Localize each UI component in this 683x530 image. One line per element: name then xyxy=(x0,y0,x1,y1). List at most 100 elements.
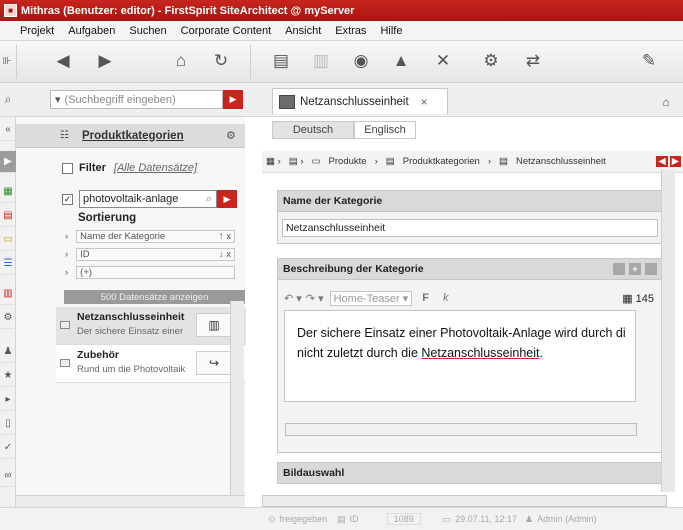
menu-corporate-content[interactable]: Corporate Content xyxy=(181,25,272,37)
list-item-subtitle: Der sichere Einsatz einer xyxy=(77,326,184,337)
collapse-icon[interactable]: « xyxy=(0,119,16,141)
italic-button[interactable]: k xyxy=(443,292,449,304)
back-arrow-icon[interactable]: ◀ xyxy=(50,49,76,73)
redo-icon[interactable]: ↷ ▾ xyxy=(306,292,324,305)
breadcrumb-item[interactable]: Netzanschlusseinheit xyxy=(516,156,606,167)
menu-projekt[interactable]: Projekt xyxy=(20,25,54,37)
style-select[interactable]: Home-Teaser ▾ xyxy=(329,290,413,306)
undo-icon[interactable]: ↶ ▾ xyxy=(284,292,302,305)
link-icon[interactable]: ∞ xyxy=(0,465,16,487)
results-scrollbar[interactable] xyxy=(230,301,244,499)
breadcrumb-root-icon[interactable]: ▦ › xyxy=(266,156,281,167)
list-item[interactable]: Zubehör Rund um die Photovoltaik ↪ xyxy=(56,345,246,383)
check-icon[interactable]: ✓ xyxy=(0,437,16,459)
sort-row[interactable]: › ID ↓ x xyxy=(65,247,235,261)
tab-englisch[interactable]: Englisch xyxy=(354,121,416,139)
char-count-icon: ▦ 145 xyxy=(622,292,654,305)
search-input[interactable]: ▾ (Suchbegriff eingeben) xyxy=(50,90,223,109)
sort-direction[interactable]: ↓ x xyxy=(219,249,231,260)
panel-toggle-icon[interactable]: ⊪ xyxy=(0,49,14,73)
description-text-part: . xyxy=(539,346,543,360)
bookmark-icon[interactable]: ★ xyxy=(0,365,16,387)
search-go-button[interactable]: ▶ xyxy=(223,90,243,109)
structure-icon[interactable]: ▤ › xyxy=(289,156,304,167)
all-records-link[interactable]: [Alle Datensätze] xyxy=(114,162,197,174)
play-icon[interactable]: ▸ xyxy=(0,389,16,411)
close-tab-icon[interactable]: × xyxy=(421,95,428,109)
description-editor[interactable]: Der sichere Einsatz einer Photovoltaik-A… xyxy=(284,310,636,402)
left-horizontal-scrollbar[interactable] xyxy=(16,495,245,507)
show-records-button[interactable]: 500 Datensätze anzeigen xyxy=(64,290,245,304)
sort-title: Sortierung xyxy=(78,212,137,224)
search-icon: ⌕ xyxy=(205,192,212,205)
copy-document-icon[interactable]: ▥ xyxy=(308,49,334,73)
home-icon[interactable]: ⌂ xyxy=(168,49,194,73)
list-item-title: Netzanschlusseinheit xyxy=(77,311,185,323)
expand-icon[interactable]: ▶ xyxy=(0,151,16,173)
users-icon[interactable]: ♟ xyxy=(0,341,16,363)
refresh-icon[interactable]: ↻ xyxy=(208,49,234,73)
record-icon xyxy=(60,359,70,367)
media-icon[interactable]: ▭ xyxy=(0,229,16,251)
settings-icon[interactable]: ⚙ xyxy=(226,129,236,142)
tab-deutsch[interactable]: Deutsch xyxy=(272,121,354,139)
maximize-section-icon[interactable] xyxy=(645,263,657,275)
filter-value-checkbox[interactable]: ✓ xyxy=(62,194,73,205)
edit-icon[interactable]: ✎ xyxy=(636,49,662,73)
sort-row[interactable]: › Name der Kategorie ↑ x xyxy=(65,229,235,243)
filter-input-value: photovoltaik-anlage xyxy=(83,193,179,205)
editor-horizontal-scrollbar[interactable] xyxy=(285,423,637,436)
forward-arrow-icon[interactable]: ▶ xyxy=(92,49,118,73)
table-icon: ▤ xyxy=(337,513,346,524)
breadcrumb-item[interactable]: Produkte xyxy=(329,156,367,167)
filter-go-button[interactable]: ▶ xyxy=(217,190,237,208)
compare-icon[interactable]: ⇄ xyxy=(520,49,546,73)
pages-icon[interactable]: ▦ xyxy=(0,181,16,203)
category-name-value: Netzanschlusseinheit xyxy=(286,222,386,234)
menu-hilfe[interactable]: Hilfe xyxy=(380,25,402,37)
menu-extras[interactable]: Extras xyxy=(335,25,366,37)
pin-icon[interactable]: ⌂ xyxy=(653,90,679,114)
sort-direction[interactable]: ↑ x xyxy=(219,231,231,242)
search-icon[interactable]: ⌕ xyxy=(0,87,16,111)
new-document-icon[interactable]: ▤ xyxy=(268,49,294,73)
menu-ansicht[interactable]: Ansicht xyxy=(285,25,321,37)
chevron-right-icon: › xyxy=(487,156,492,167)
editor-vertical-scrollbar[interactable] xyxy=(661,170,675,492)
content-icon[interactable]: ☰ xyxy=(0,253,16,275)
editor-tab[interactable]: Netzanschlusseinheit × xyxy=(272,88,448,114)
main-toolbar: ⊪ ◀ ▶ ⌂ ↻ ▤ ▥ ◉ ▲ ✕ ⚙ ⇄ ✎ xyxy=(0,41,683,83)
filter-input[interactable]: photovoltaik-anlage ⌕ xyxy=(79,190,217,208)
release-icon[interactable]: ▲ xyxy=(388,49,414,73)
image-section-label: Bildauswahl xyxy=(283,467,345,479)
filter-checkbox[interactable] xyxy=(62,162,73,174)
menu-aufgaben[interactable]: Aufgaben xyxy=(68,25,115,37)
data-sources-icon[interactable]: ▥ xyxy=(0,283,16,305)
breadcrumb-item[interactable]: Produktkategorien xyxy=(403,156,480,167)
chevron-right-icon: › xyxy=(65,248,69,260)
search-dropdown-icon[interactable]: ▾ xyxy=(55,93,61,106)
preview-icon[interactable]: ◉ xyxy=(348,49,374,73)
list-item[interactable]: Netzanschlusseinheit Der sichere Einsatz… xyxy=(56,307,246,345)
add-section-icon[interactable]: + xyxy=(629,263,641,275)
menu-suchen[interactable]: Suchen xyxy=(129,25,166,37)
released-icon: ⊙ xyxy=(268,513,276,524)
category-name-field[interactable]: Netzanschlusseinheit xyxy=(282,219,658,237)
user-icon: ♟ xyxy=(525,513,534,524)
report-title[interactable]: Produktkategorien xyxy=(82,130,184,142)
nav-forward-button[interactable]: ▶ xyxy=(669,156,681,167)
show-records-label: 500 Datensätze anzeigen xyxy=(100,291,209,303)
image-section-header: Bildauswahl xyxy=(277,462,664,484)
nav-back-button[interactable]: ◀ xyxy=(656,156,668,167)
bottom-horizontal-scrollbar[interactable] xyxy=(262,495,667,507)
workflow-icon[interactable]: ⚙ xyxy=(478,49,504,73)
collapse-section-icon[interactable] xyxy=(613,263,625,275)
document-icon[interactable]: ▯ xyxy=(0,413,16,435)
folder-icon: ▭ xyxy=(311,156,321,167)
bold-button[interactable]: F xyxy=(422,292,429,304)
global-settings-icon[interactable]: ⚙ xyxy=(0,307,16,329)
description-link[interactable]: Netzanschlusseinheit xyxy=(421,346,539,360)
sort-row[interactable]: › (+) xyxy=(65,265,235,279)
delete-icon[interactable]: ✕ xyxy=(430,49,456,73)
structure-icon[interactable]: ▤ xyxy=(0,205,16,227)
